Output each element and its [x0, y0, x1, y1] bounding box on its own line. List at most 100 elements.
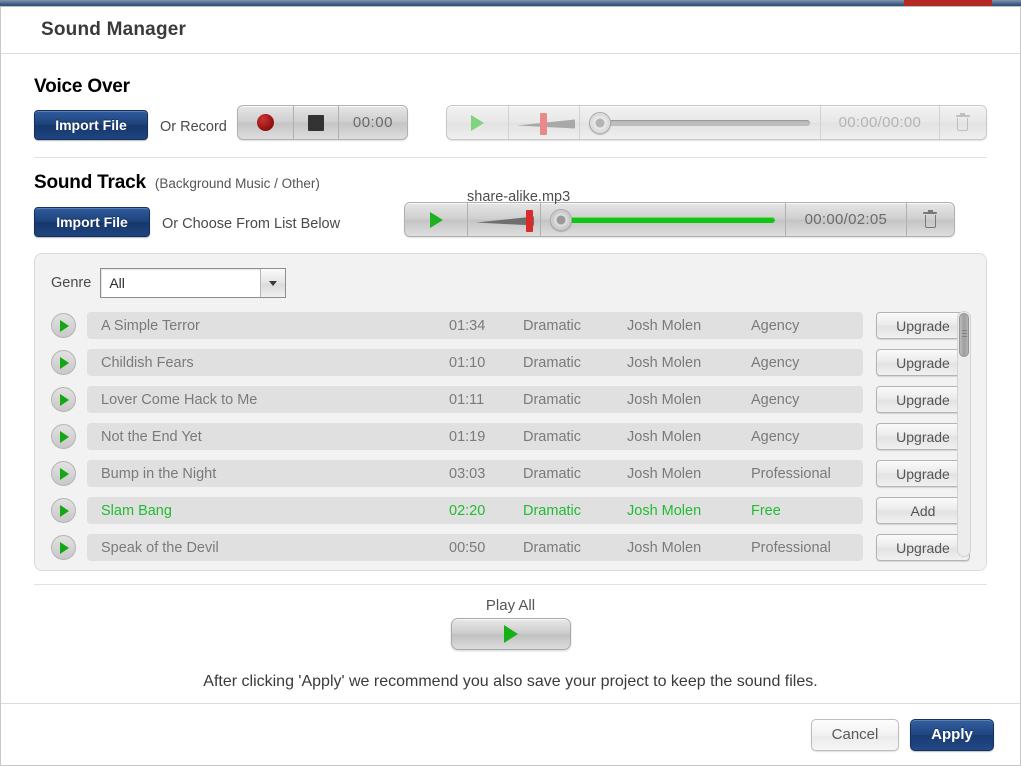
track-play-button[interactable] [51, 535, 76, 560]
page-title: Sound Manager [41, 19, 187, 40]
track-list-scrollbar[interactable] [957, 311, 971, 557]
play-icon [470, 114, 484, 131]
track-list-panel: Genre All A Simple Terror 01:34 Dramatic Jo… [34, 253, 987, 571]
track-genre: Dramatic [523, 539, 582, 556]
track-info[interactable]: Not the End Yet 01:19 Dramatic Josh Molen Ag… [87, 423, 863, 450]
track-title: Lover Come Hack to Me [101, 391, 258, 408]
sound-track-play-button[interactable] [405, 203, 469, 236]
play-icon [60, 541, 69, 554]
track-license: Agency [751, 428, 800, 445]
seek-fill [550, 216, 775, 223]
stop-button[interactable] [294, 106, 340, 139]
track-artist: Josh Molen [627, 428, 702, 445]
track-action-button[interactable]: Upgrade [876, 460, 970, 487]
track-list: A Simple Terror 01:34 Dramatic Josh Molen Ag… [51, 307, 970, 566]
table-row[interactable]: Not the End Yet 01:19 Dramatic Josh Molen Ag… [51, 418, 970, 455]
genre-selected-value: All [109, 275, 125, 291]
track-info[interactable]: Speak of the Devil 00:50 Dramatic Josh Mole… [87, 534, 863, 561]
genre-select[interactable]: All [100, 268, 287, 298]
track-action-button[interactable]: Upgrade [876, 386, 970, 413]
track-play-button[interactable] [51, 313, 76, 338]
voice-over-heading: Voice Over [34, 76, 130, 97]
seek-knob[interactable] [549, 208, 572, 231]
sound-track-import-file-button[interactable]: Import File [34, 207, 150, 237]
track-play-button[interactable] [51, 461, 76, 486]
track-duration: 01:11 [449, 391, 485, 408]
track-license: Professional [751, 465, 831, 482]
track-info[interactable]: Childish Fears 01:10 Dramatic Josh Molen Age… [87, 349, 863, 376]
track-action-button[interactable]: Upgrade [876, 534, 970, 561]
track-title: A Simple Terror [101, 317, 200, 334]
play-icon [60, 356, 69, 369]
volume-marker [539, 113, 547, 135]
trash-icon [955, 112, 970, 131]
voice-over-player: 00:00/00:00 [445, 105, 987, 140]
track-title: Bump in the Night [101, 465, 217, 482]
table-row[interactable]: Lover Come Hack to Me 01:11 Dramatic Josh M… [51, 381, 970, 418]
track-genre: Dramatic [523, 428, 582, 445]
track-play-button[interactable] [51, 498, 76, 523]
seek-track [549, 208, 775, 231]
save-project-note: After clicking 'Apply' we recommend you … [203, 673, 818, 690]
track-genre: Dramatic [523, 502, 582, 519]
sound-track-volume-slider[interactable] [468, 203, 541, 236]
voice-over-import-file-button[interactable]: Import File [34, 110, 148, 140]
play-icon [60, 393, 69, 406]
track-duration: 02:20 [449, 502, 486, 519]
track-duration: 00:50 [449, 539, 486, 556]
track-play-button[interactable] [51, 424, 76, 449]
play-all-button[interactable] [450, 618, 571, 650]
track-genre: Dramatic [523, 465, 582, 482]
voice-over-play-button[interactable] [447, 106, 509, 139]
table-row[interactable]: Bump in the Night 03:03 Dramatic Josh Molen… [51, 455, 970, 492]
apply-button[interactable]: Apply [910, 718, 994, 751]
track-duration: 01:34 [449, 317, 486, 334]
track-action-button[interactable]: Upgrade [876, 423, 970, 450]
track-artist: Josh Molen [627, 391, 702, 408]
scrollbar-thumb[interactable] [959, 313, 969, 357]
play-all-label: Play All [485, 597, 536, 614]
track-info[interactable]: Slam Bang 02:20 Dramatic Josh Molen Free [87, 497, 863, 524]
sound-track-delete-button[interactable] [907, 203, 954, 236]
track-action-button[interactable]: Add [876, 497, 970, 524]
track-duration: 01:19 [449, 428, 486, 445]
table-row[interactable]: A Simple Terror 01:34 Dramatic Josh Molen Ag… [51, 307, 970, 344]
play-icon [429, 211, 443, 228]
play-icon [60, 504, 69, 517]
track-info[interactable]: Lover Come Hack to Me 01:11 Dramatic Josh M… [87, 386, 863, 413]
track-action-button[interactable]: Upgrade [876, 312, 970, 339]
play-icon [503, 625, 518, 643]
play-icon [60, 430, 69, 443]
sound-manager-dialog: Sound Manager Voice Over Import File Or … [0, 7, 1021, 766]
track-artist: Josh Molen [627, 317, 702, 334]
track-genre: Dramatic [523, 391, 582, 408]
table-row[interactable]: Slam Bang 02:20 Dramatic Josh Molen Free Add [51, 492, 970, 529]
play-icon [60, 319, 69, 332]
stop-icon [307, 114, 324, 131]
record-button[interactable] [238, 106, 294, 139]
track-action-button[interactable]: Upgrade [876, 349, 970, 376]
play-icon [60, 467, 69, 480]
track-genre: Dramatic [523, 354, 582, 371]
voice-over-volume-slider[interactable] [509, 106, 581, 139]
cancel-button[interactable]: Cancel [811, 718, 899, 751]
sound-track-seek-bar[interactable] [541, 203, 786, 236]
track-info[interactable]: Bump in the Night 03:03 Dramatic Josh Molen… [87, 460, 863, 487]
track-artist: Josh Molen [627, 354, 702, 371]
track-license: Agency [751, 391, 800, 408]
track-license: Professional [751, 539, 831, 556]
track-license: Agency [751, 317, 800, 334]
seek-track [589, 111, 810, 134]
table-row[interactable]: Speak of the Devil 00:50 Dramatic Josh Mole… [51, 529, 970, 566]
voice-over-delete-button[interactable] [940, 106, 986, 139]
chevron-down-icon[interactable] [260, 269, 286, 297]
seek-knob[interactable] [589, 111, 612, 134]
table-row[interactable]: Childish Fears 01:10 Dramatic Josh Molen Age… [51, 344, 970, 381]
dialog-body: Voice Over Import File Or Record 00:00 0… [1, 54, 1020, 691]
track-info[interactable]: A Simple Terror 01:34 Dramatic Josh Molen Ag… [87, 312, 863, 339]
voice-over-seek-bar[interactable] [580, 106, 821, 139]
track-play-button[interactable] [51, 387, 76, 412]
track-artist: Josh Molen [627, 539, 702, 556]
track-play-button[interactable] [51, 350, 76, 375]
track-genre: Dramatic [523, 317, 582, 334]
